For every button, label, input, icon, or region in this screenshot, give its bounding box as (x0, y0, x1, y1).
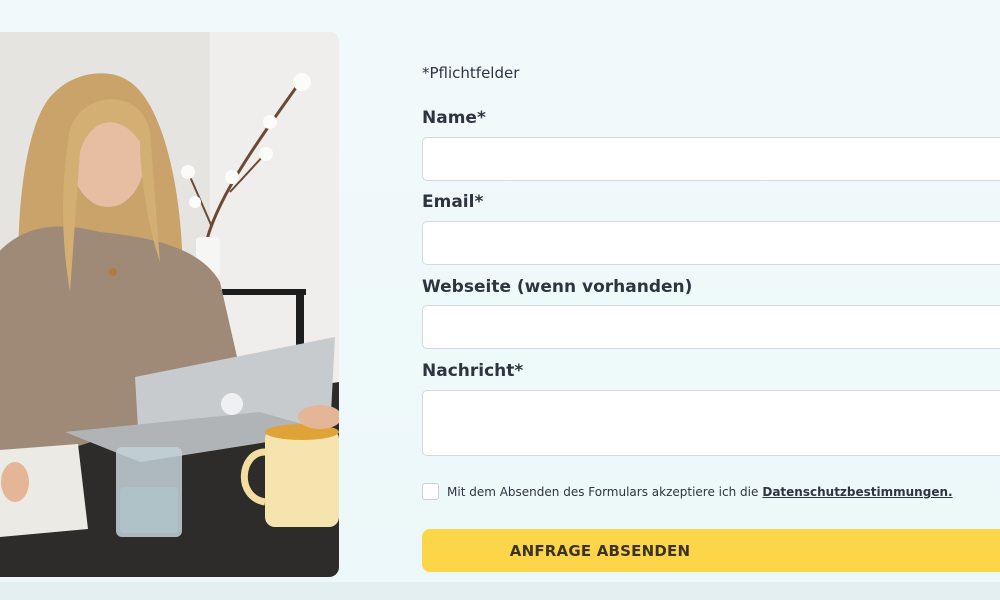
message-label: Nachricht* (422, 361, 524, 381)
required-fields-note: *Pflichtfelder (422, 64, 520, 82)
submit-button[interactable]: ANFRAGE ABSENDEN (422, 529, 1000, 572)
email-label: Email* (422, 192, 484, 212)
submit-button-label: ANFRAGE ABSENDEN (509, 541, 691, 560)
contact-photo (0, 32, 339, 577)
website-label: Webseite (wenn vorhanden) (422, 277, 693, 297)
name-input[interactable] (422, 137, 1000, 181)
privacy-consent-checkbox[interactable] (422, 483, 439, 500)
email-input[interactable] (422, 221, 1000, 265)
privacy-policy-link[interactable]: Datenschutzbestimmungen. (762, 485, 952, 499)
name-label: Name* (422, 108, 486, 128)
message-textarea[interactable] (422, 390, 1000, 456)
privacy-consent: Mit dem Absenden des Formulars akzeptier… (422, 483, 953, 500)
contact-form: *Pflichtfelder Name* Email* Webseite (we… (422, 0, 1000, 600)
website-input[interactable] (422, 305, 1000, 349)
privacy-consent-text: Mit dem Absenden des Formulars akzeptier… (447, 484, 759, 499)
